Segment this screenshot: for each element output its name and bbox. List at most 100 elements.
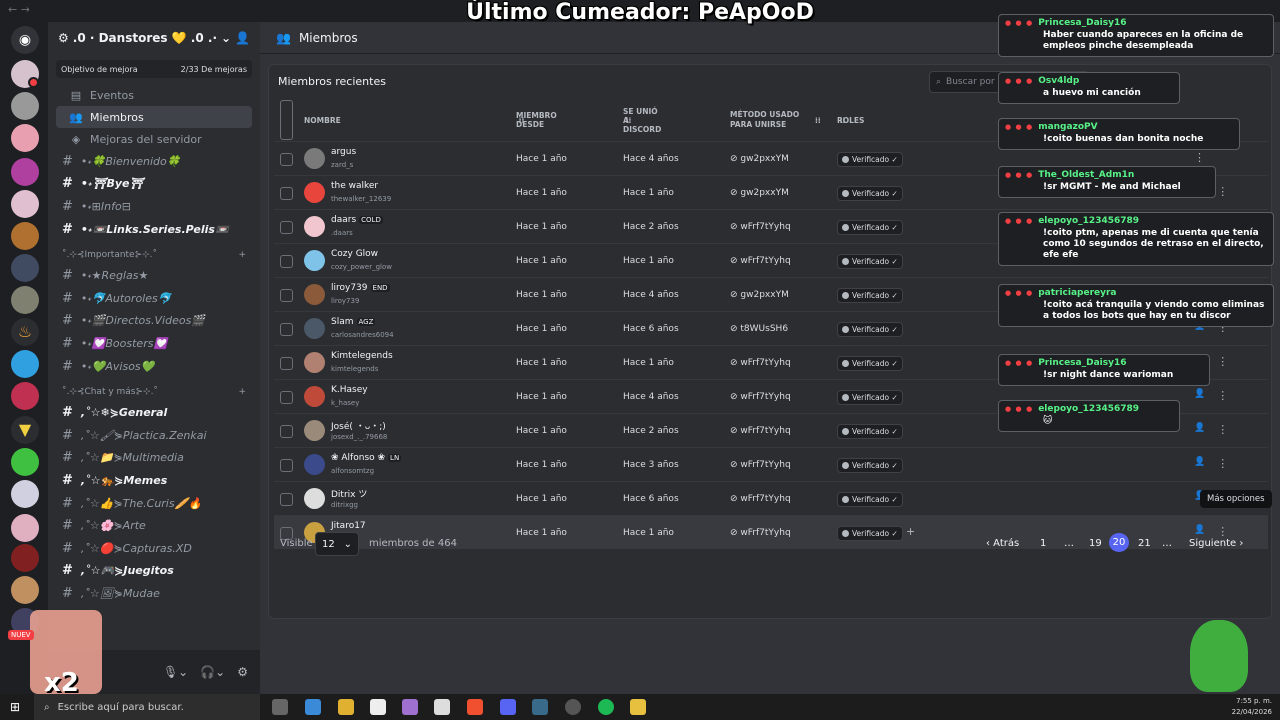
more-options-icon[interactable]: ⋮ <box>1217 355 1228 368</box>
invite-code[interactable]: ⊘ wFrf7tYyhq <box>730 392 791 402</box>
avatar[interactable] <box>304 250 325 271</box>
app-icon[interactable] <box>532 699 548 715</box>
role-badge[interactable]: Verificado ✓ <box>837 492 903 507</box>
nav-item-miembros[interactable]: 👥 Miembros <box>56 106 252 128</box>
obs-icon[interactable] <box>565 699 581 715</box>
row-checkbox[interactable] <box>280 255 293 268</box>
member-name[interactable]: Ditrix ツ <box>331 487 367 500</box>
headphones-icon[interactable]: 🎧⌄ <box>200 665 225 679</box>
more-options-icon[interactable]: ⋮ <box>1217 423 1228 436</box>
avatar[interactable] <box>304 488 325 509</box>
col-since[interactable]: MIEMBRO DESDE ⁞⁞ <box>516 100 557 140</box>
text-channel[interactable]: # •˖💟Boosters💟 <box>48 332 260 355</box>
server-icon[interactable] <box>11 222 39 250</box>
server-icon[interactable] <box>11 286 39 314</box>
avatar[interactable] <box>304 352 325 373</box>
row-checkbox[interactable] <box>280 391 293 404</box>
server-icon[interactable] <box>11 448 39 476</box>
server-icon[interactable] <box>11 158 39 186</box>
avatar[interactable] <box>304 182 325 203</box>
member-name[interactable]: K.Hasey <box>331 385 368 395</box>
text-channel[interactable]: # •˖★Reglas★ <box>48 264 260 287</box>
taskbar-search[interactable]: ⌕ Escribe aquí para buscar. <box>34 694 260 720</box>
app-icon[interactable] <box>630 699 646 715</box>
more-options-icon[interactable]: ⋮ <box>1217 457 1228 470</box>
avatar[interactable] <box>304 318 325 339</box>
system-clock[interactable]: 7:55 p. m. 22/04/2026 <box>1232 696 1272 718</box>
avatar[interactable] <box>304 148 325 169</box>
text-channel[interactable]: # ,˚☆🔴⋟Capturas.XD <box>48 537 260 560</box>
sort-method-icon[interactable]: ⁞⁞ <box>815 100 821 140</box>
invite-code[interactable]: ⊘ gw2pxxYM <box>730 188 789 198</box>
text-channel[interactable]: # ,˚☆🌸⋟Arte <box>48 514 260 537</box>
col-joined[interactable]: SE UNIÓ A DISCORD ⁞⁞ <box>623 100 661 140</box>
app-icon[interactable] <box>370 699 386 715</box>
category-chat[interactable]: ˚.⊹⊰Chat y más⊱⊹.˚ + <box>48 383 260 401</box>
store-icon[interactable] <box>434 699 450 715</box>
folder-icon[interactable] <box>338 699 354 715</box>
text-channel[interactable]: # ,˚☆🎮⋟Juegitos <box>48 560 260 583</box>
start-icon[interactable]: ⊞ <box>10 700 20 714</box>
text-channel[interactable]: # •˖📼Links.Series.Pelis📼 <box>48 218 260 241</box>
app-icon[interactable] <box>305 699 321 715</box>
profile-icon[interactable]: 👤 <box>1194 423 1205 436</box>
role-badge[interactable]: Verificado ✓ <box>837 220 903 235</box>
server-icon[interactable] <box>11 514 39 542</box>
text-channel[interactable]: # ,˚☆🐅⋟Memes <box>48 469 260 492</box>
text-channel[interactable]: # ,˚☆👍⋟The.Curis🥖🔥 <box>48 492 260 515</box>
text-channel[interactable]: # •˖⛩Bye⛩ <box>48 173 260 196</box>
row-checkbox[interactable] <box>280 187 293 200</box>
avatar[interactable] <box>304 386 325 407</box>
boost-goal[interactable]: Objetivo de mejora 2/33 De mejoras <box>56 60 252 78</box>
role-badge[interactable]: Verificado ✓ <box>837 152 903 167</box>
member-name[interactable]: ❀ Alfonso ❀ LN <box>331 453 402 463</box>
invite-code[interactable]: ⊘ wFrf7tYyhq <box>730 256 791 266</box>
member-name[interactable]: the walker <box>331 181 378 191</box>
nav-item-mejoras-del-servidor[interactable]: ◈ Mejoras del servidor <box>56 128 252 150</box>
profile-icon[interactable]: 👤 <box>1194 389 1205 402</box>
text-channel[interactable]: # ,˚☆🖌⋟Plactica.Zenkai <box>48 424 260 447</box>
avatar[interactable] <box>304 284 325 305</box>
invite-icon[interactable]: 👤 <box>235 31 250 45</box>
role-badge[interactable]: Verificado ✓ <box>837 288 903 303</box>
profile-icon[interactable]: 👤 <box>1194 457 1205 470</box>
role-badge[interactable]: Verificado ✓ <box>837 424 903 439</box>
server-icon[interactable] <box>11 544 39 572</box>
member-name[interactable]: Slam AGZ <box>331 317 376 327</box>
text-channel[interactable]: # ,˚☆❄⋟General <box>48 401 260 424</box>
server-header[interactable]: ⚙ .0 · Danstores 💛 .0 .· ⌄ 👤 <box>48 22 260 54</box>
task-view-icon[interactable] <box>272 699 288 715</box>
nav-item-eventos[interactable]: ▤ Eventos <box>56 84 252 106</box>
text-channel[interactable]: # ,˚☆📁⋟Multimedia <box>48 447 260 470</box>
more-options-icon[interactable]: ⋮ <box>1194 151 1205 164</box>
server-icon[interactable] <box>11 124 39 152</box>
text-channel[interactable]: # •˖⊞Info⊟ <box>48 195 260 218</box>
server-icon[interactable] <box>11 350 39 378</box>
member-name[interactable]: argus <box>331 147 356 157</box>
invite-code[interactable]: ⊘ wFrf7tYyhq <box>730 460 791 470</box>
row-checkbox[interactable] <box>280 323 293 336</box>
row-checkbox[interactable] <box>280 221 293 234</box>
text-channel[interactable]: # •˖🍀Bienvenido🍀 <box>48 150 260 173</box>
invite-code[interactable]: ⊘ gw2pxxYM <box>730 290 789 300</box>
app-icon[interactable] <box>402 699 418 715</box>
member-name[interactable]: Cozy Glow <box>331 249 378 259</box>
server-icon[interactable] <box>11 92 39 120</box>
server-icon[interactable] <box>11 190 39 218</box>
member-name[interactable]: José( ・ᴗ・;) <box>331 419 386 432</box>
invite-code[interactable]: ⊘ wFrf7tYyhq <box>730 358 791 368</box>
discord-home-icon[interactable]: ◉ <box>11 26 39 54</box>
text-channel[interactable]: # •˖🎬Directos.Videos🎬 <box>48 310 260 333</box>
next-page-button[interactable]: Siguiente › <box>1189 538 1243 549</box>
row-checkbox[interactable] <box>280 425 293 438</box>
row-checkbox[interactable] <box>280 289 293 302</box>
flame-server-icon[interactable]: ♨ <box>11 318 39 346</box>
microphone-icon[interactable]: 🎙⌄ <box>163 665 188 679</box>
page-button[interactable]: 21 <box>1138 538 1151 549</box>
gear-icon[interactable]: ⚙ <box>237 665 248 679</box>
member-name[interactable]: liroy739 END <box>331 283 390 293</box>
role-badge[interactable]: Verificado ✓ <box>837 186 903 201</box>
server-icon[interactable] <box>11 576 39 604</box>
row-checkbox[interactable] <box>280 357 293 370</box>
role-badge[interactable]: Verificado ✓ <box>837 322 903 337</box>
